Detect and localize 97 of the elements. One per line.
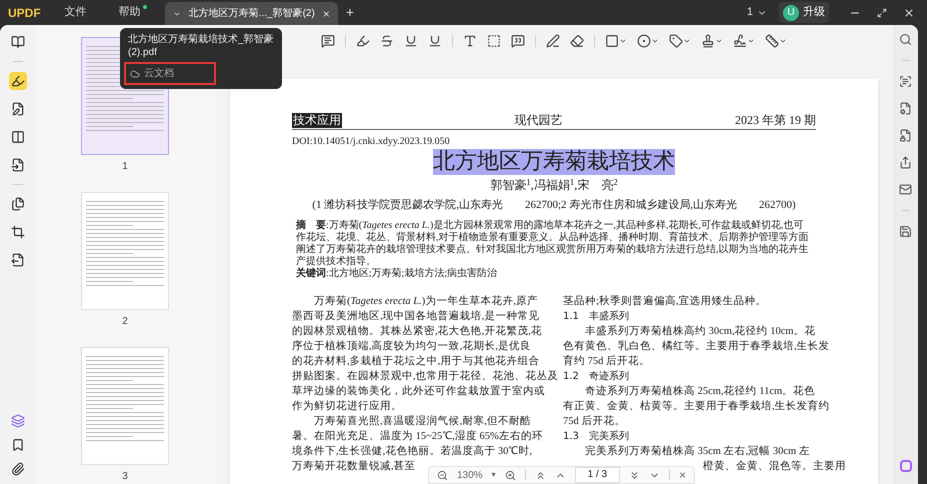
ruler-tool[interactable] (765, 34, 787, 48)
page-number: 3 (122, 470, 128, 484)
ai-assistant-icon[interactable] (900, 460, 912, 472)
body-text-line: 75d 后开花。 (563, 416, 626, 427)
body-text-line: 橙黄、金黄、混色等。主要用 (703, 461, 846, 472)
body-text-line: 茎品种;秋季则普遍偏高,宜选用矮生品种。 (563, 296, 767, 307)
cloud-location[interactable]: 云文档 (124, 62, 216, 85)
callout-tool[interactable] (511, 34, 525, 48)
zoom-level[interactable]: 130% (457, 468, 483, 482)
page-number: 2 (122, 315, 128, 329)
bookmark-icon[interactable] (10, 438, 24, 452)
app-logo: UPDF (7, 4, 42, 22)
crop-icon[interactable] (8, 223, 26, 241)
scan-text-icon[interactable] (899, 75, 912, 88)
note-tool[interactable] (321, 34, 335, 48)
layers-icon[interactable] (10, 414, 24, 428)
page-number: 1 (122, 160, 128, 174)
page-gear-icon[interactable] (899, 102, 912, 115)
rectangle-tool[interactable] (605, 34, 627, 48)
close-bar-button[interactable]: × (679, 466, 686, 484)
first-page-icon[interactable] (534, 470, 546, 480)
caret-icon (779, 37, 787, 45)
body-text-line: 万寿菊开花数量锐减,甚至 (292, 461, 416, 472)
body-text-line: 墨西哥及美洲地区,现中国各地普遍栽培,是一种常见 (292, 311, 540, 322)
body-text-line: 境条件下,生长强健,花色艳丽。若温度高于 30℃时, (292, 446, 532, 457)
body-text-line: 奇迹系列万寿菊植株高 25cm,花径约 11cm。花色 (585, 386, 816, 397)
tag-tool[interactable] (669, 34, 691, 48)
zoom-caret[interactable]: ▾ (492, 469, 496, 481)
section-heading: 1.2 奇迹系列 (563, 371, 629, 382)
caret-icon (683, 37, 691, 45)
section-label: 技术应用 (292, 113, 342, 128)
strikethrough-tool[interactable] (380, 34, 394, 48)
menu-item[interactable]: 文件 (48, 0, 103, 25)
document-tab[interactable]: 北方地区万寿菊..._郭智豪(2) × (164, 2, 338, 25)
window-count[interactable]: 1 (746, 4, 753, 21)
new-tab-button[interactable]: + (338, 2, 362, 23)
body-text-line: 拼贴图案。在园林景观中,也常用于花径、花池、花丛及 (292, 371, 559, 382)
highlight-tool[interactable] (356, 34, 370, 48)
highlighter-icon[interactable] (8, 72, 26, 90)
next-page-icon[interactable] (629, 470, 640, 480)
underline-tool[interactable] (404, 34, 418, 48)
body-text-line: 完美系列万寿菊植株高 35cm 左右,冠幅 30cm 左 (585, 446, 810, 457)
mail-icon[interactable] (899, 183, 912, 196)
signature-tool[interactable] (733, 34, 755, 48)
body-text-line: 有正黄、金黄、枯黄等。主要用于春季栽培,生长发育约 (563, 401, 830, 412)
caret-icon (651, 37, 659, 45)
journal-name: 现代园艺 (514, 113, 562, 128)
body-text-line: 草坪边缘的装饰美化，此外还可作盆栽放置于室内或 (292, 386, 545, 397)
caret-icon (747, 37, 755, 45)
body-text-line: 的园林景观植物。其株丛紧密,花大色艳,开花繁茂,花 (292, 326, 542, 337)
text-box-tool[interactable] (487, 34, 501, 48)
shape-tool[interactable] (637, 34, 659, 48)
section-heading: 1.3 完美系列 (563, 431, 629, 442)
body-text-line: 万寿菊喜光照,喜温暖湿润气候,耐寒,但不耐酷 (314, 416, 531, 427)
upgrade-label: 升级 (803, 5, 825, 20)
zoom-out-icon[interactable] (437, 470, 448, 480)
body-text-line: 作为鲜切花进行应用。 (292, 401, 402, 412)
body-text-line: 暑。在阳光充足、温度为 15~25℃,湿度 65%左右的环 (292, 431, 543, 442)
upgrade-button[interactable]: U 升级 (779, 2, 829, 23)
abstract-text: 摘 要:万寿菊(Tagetes erecta L.)是北方园林景观常用的露地草本花卉之一,其品种多样,花期长,可作盆栽或鲜切花,也可作花坛、花境、花丛、背景材料,对于植物造景有重要意义。从品种选择、播种时期、育苗技术、后期养护管理等方面阐述了万寿菊花卉的栽培管理技术要点。针对我国北方地区观赏所用万寿菊的栽培方法进行总结,以期为当地的花卉生产提供技术指导。 (294, 220, 810, 268)
stamp-tool[interactable] (701, 34, 723, 48)
article-title: 北方地区万寿菊栽培技术 (433, 149, 675, 175)
pencil-tool[interactable] (546, 34, 560, 48)
text-tool[interactable] (463, 34, 477, 48)
caret-icon (715, 37, 723, 45)
issue-number: 2023 年第 19 期 (735, 113, 816, 128)
attachment-icon[interactable] (10, 462, 24, 476)
tooltip-file-name: 北方地区万寿菊栽培技术_郭智豪(2).pdf (128, 33, 274, 59)
body-text-line: 的花卉材料,多栽植于花坛之中,用于与其他花卉组合 (292, 356, 540, 367)
tab-title: 北方地区万寿菊..._郭智豪(2) (188, 6, 315, 21)
close-icon[interactable] (903, 6, 915, 18)
body-text-line: 序位于植株顶端,高度较为均匀一致,花期长,是优良 (292, 341, 531, 352)
page-thumbnail[interactable] (81, 347, 169, 465)
search-icon[interactable] (899, 33, 912, 46)
share-icon[interactable] (899, 156, 912, 169)
page-export-icon[interactable] (8, 251, 26, 269)
menu-item[interactable]: 帮助 (102, 0, 157, 25)
doi-text: DOI:10.14051/j.cnki.xdyy.2023.19.050 (292, 135, 450, 149)
caret-icon (619, 37, 627, 45)
section-heading: 1.1 丰盛系列 (563, 311, 629, 322)
save-icon[interactable] (899, 225, 912, 238)
body-text-line: 色有黄色、乳白色、橘红等。主要用于春季栽培,生长发 (563, 341, 830, 352)
keywords-text: 关键词:北方地区;万寿菊;栽培方法;病虫害防治 (296, 268, 498, 280)
author-list: 郭智豪$^{1}$,冯福娟$^{1}$,宋 亮$^{2}$ (490, 178, 618, 193)
affiliation-text: (1 潍坊科技学院贾思勰农学院,山东寿光 262700;2 寿光市住房和城乡建设局,山东寿光 262700) (312, 198, 796, 212)
tab-close-button[interactable]: × (322, 4, 330, 22)
eraser-tool[interactable] (570, 34, 584, 48)
zoom-in-icon[interactable] (504, 470, 516, 480)
page-thumbnail[interactable] (81, 192, 169, 310)
body-text-line: 育约 75d 后开花。 (563, 356, 650, 367)
body-text-line: 万寿菊(Tagetes erecta L.)为一年生草本花卉,原产 (314, 296, 538, 307)
avatar: U (783, 4, 799, 20)
page-lock-icon[interactable] (899, 129, 912, 142)
page-number-field[interactable]: 1 / 3 (574, 467, 620, 483)
maximize-icon[interactable] (877, 8, 887, 18)
body-text-line: 丰盛系列万寿菊植株高约 30cm,花径约 10cm。花 (585, 326, 816, 337)
cloud-icon (130, 68, 140, 78)
